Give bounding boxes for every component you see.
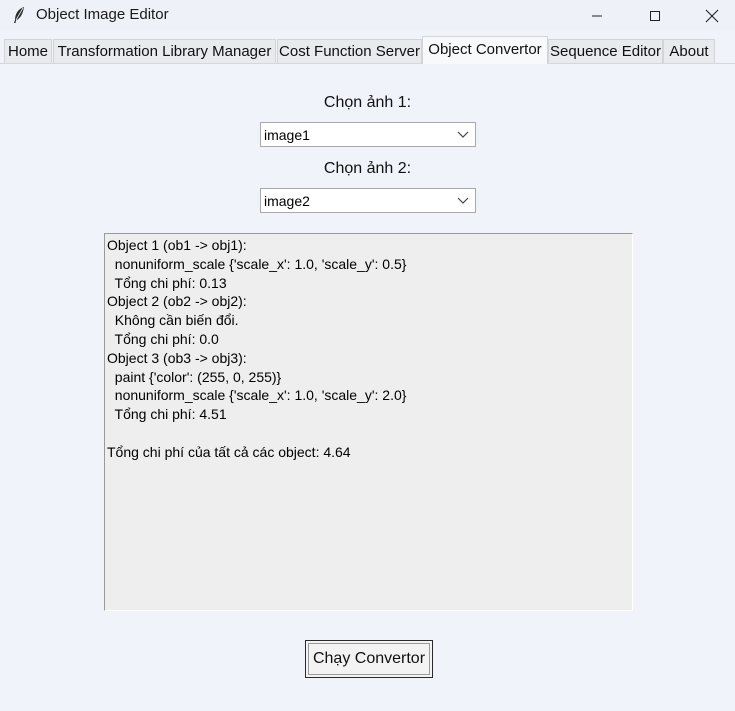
result-line [107,424,632,443]
result-line: nonuniform_scale {'scale_x': 1.0, 'scale… [107,255,407,272]
tab-bar: Home Transformation Library Manager Cost… [0,36,735,64]
close-button[interactable] [683,0,735,31]
image1-select[interactable]: image1 [260,122,476,147]
image2-select[interactable]: image2 [260,188,476,213]
result-line: Không cần biến đổi. [107,312,239,329]
minimize-button[interactable] [568,0,626,31]
result-line: Object 1 (ob1 -> obj1): [107,237,247,253]
app-window: Object Image Editor Home Transformation … [0,0,735,711]
tab-transformation-library-manager[interactable]: Transformation Library Manager [53,39,276,63]
tab-cost-function-server[interactable]: Cost Function Server [277,39,422,63]
tab-sequence-editor[interactable]: Sequence Editor [548,39,663,63]
maximize-button[interactable] [626,0,684,31]
result-line: nonuniform_scale {'scale_x': 1.0, 'scale… [107,387,407,404]
result-line: Tổng chi phí của tất cả các object: 4.64 [107,443,351,460]
image1-select-value: image1 [264,127,310,143]
image2-label: Chọn ảnh 2: [323,160,412,177]
minimize-icon [592,15,602,16]
title-bar[interactable]: Object Image Editor [0,0,735,31]
result-line: Object 3 (ob3 -> obj3): [107,349,247,366]
maximize-icon [650,10,660,21]
result-line: Object 2 (ob2 -> obj2): [107,293,247,310]
run-convertor-button[interactable]: Chạy Convertor [305,640,433,678]
feather-icon [14,7,24,23]
result-line: Tổng chi phí: 0.0 [107,330,219,347]
image1-label: Chọn ảnh 1: [323,94,412,111]
tab-home[interactable]: Home [4,39,52,63]
close-icon [705,9,719,22]
chevron-down-icon[interactable] [457,130,469,140]
window-title: Object Image Editor [36,6,169,23]
chevron-down-icon[interactable] [457,196,469,206]
result-line: paint {'color': (255, 0, 255)} [107,368,282,385]
result-line: Tổng chi phí: 0.13 [107,274,227,291]
tab-about[interactable]: About [663,39,715,63]
result-line: Tổng chi phí: 4.51 [107,406,227,423]
image2-select-value: image2 [264,193,310,209]
tab-object-convertor[interactable]: Object Convertor [422,36,548,64]
result-textbox[interactable]: Object 1 (ob1 -> obj1): nonuniform_scale… [104,233,633,611]
